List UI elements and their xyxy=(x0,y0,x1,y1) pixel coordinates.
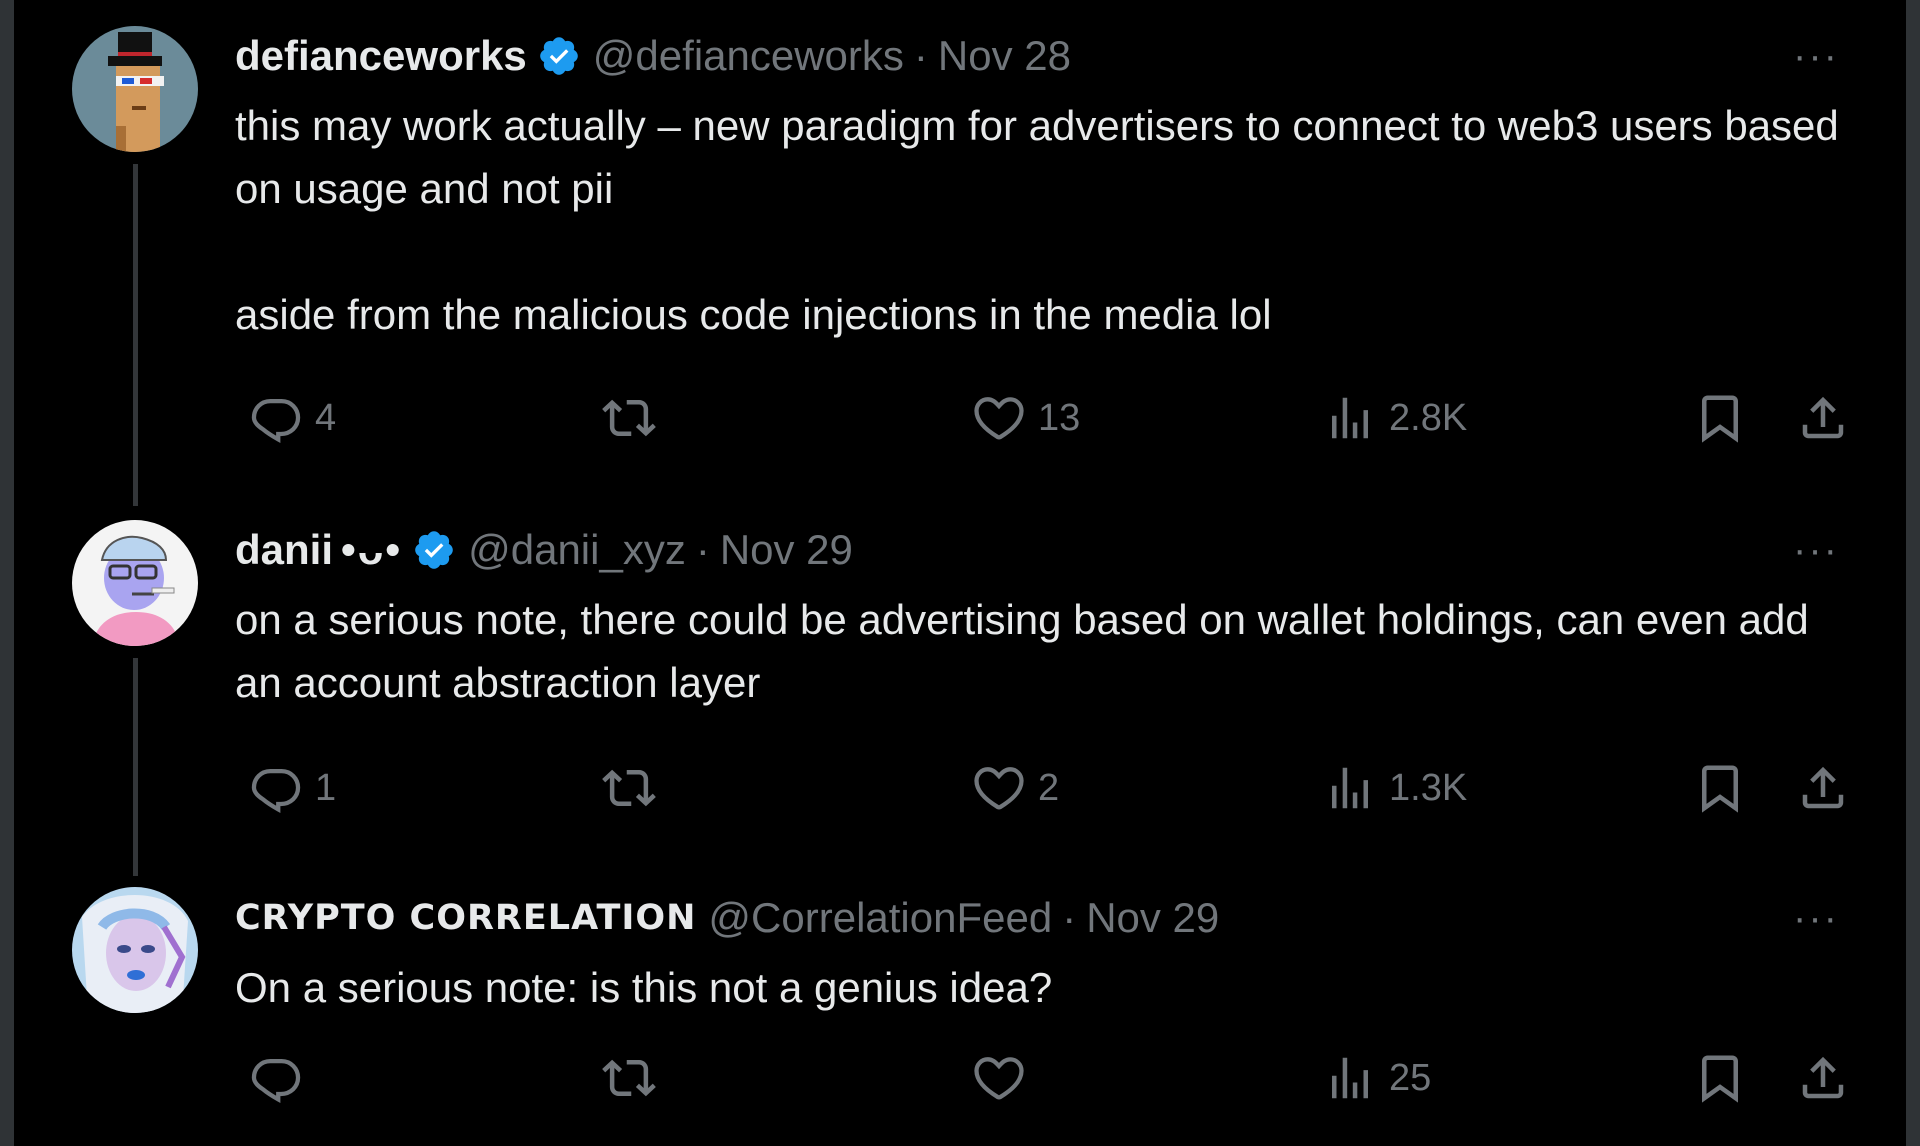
tweet-text-paragraph: this may work actually – new paradigm fo… xyxy=(235,102,1839,212)
display-name[interactable]: defianceworks xyxy=(235,32,527,80)
reply-button[interactable] xyxy=(249,1048,315,1108)
repost-button[interactable] xyxy=(602,1048,668,1108)
tweet[interactable]: defianceworks @defianceworks · Nov 28 ··… xyxy=(14,0,1906,506)
heart-icon xyxy=(974,767,1024,810)
cartoon-character-avatar-icon xyxy=(72,520,198,646)
window-frame-left xyxy=(0,0,14,1146)
views-chart-icon xyxy=(1332,767,1368,809)
tweet-thread: defianceworks @defianceworks · Nov 28 ··… xyxy=(14,0,1906,1146)
thread-connector-line xyxy=(133,658,138,876)
separator-dot: · xyxy=(1062,894,1077,941)
reply-count: 4 xyxy=(315,396,337,439)
tweet[interactable]: CRYPTO CORRELATION @CorrelationFeed · No… xyxy=(14,870,1906,1146)
bookmark-button[interactable] xyxy=(1693,388,1747,448)
views-button[interactable]: 1.3K xyxy=(1323,758,1467,818)
repost-button[interactable] xyxy=(602,758,668,818)
tweet-text: On a serious note: is this not a genius … xyxy=(235,956,1846,1019)
display-name[interactable]: danii xyxy=(235,526,333,574)
bookmark-icon xyxy=(1702,1055,1738,1103)
user-handle[interactable]: @danii_xyz xyxy=(468,526,686,574)
tweet-text: on a serious note, there could be advert… xyxy=(235,588,1846,714)
more-options-icon[interactable]: ··· xyxy=(1786,896,1846,940)
user-handle[interactable]: @CorrelationFeed xyxy=(708,894,1052,942)
tweet-actions: 1 2 1.3K xyxy=(235,758,1846,818)
like-button[interactable]: 2 xyxy=(972,758,1059,818)
heart-icon xyxy=(974,397,1024,440)
tweet-text-paragraph: On a serious note: is this not a genius … xyxy=(235,964,1053,1011)
tweet-date[interactable]: Nov 29 xyxy=(1086,894,1219,942)
bookmark-icon xyxy=(1702,395,1738,443)
more-options-icon[interactable]: ··· xyxy=(1786,34,1846,78)
tweet-text: this may work actually – new paradigm fo… xyxy=(235,94,1846,346)
tweet-date[interactable]: Nov 29 xyxy=(720,526,853,574)
like-button[interactable]: 13 xyxy=(972,388,1080,448)
repost-button[interactable] xyxy=(602,388,668,448)
view-count: 2.8K xyxy=(1389,396,1468,439)
more-options-icon[interactable]: ··· xyxy=(1786,528,1846,572)
avatar[interactable] xyxy=(72,26,198,152)
repost-icon xyxy=(602,399,656,437)
like-button[interactable] xyxy=(972,1048,1038,1108)
portrait-avatar-icon xyxy=(72,887,198,1013)
tweet-actions: 4 13 2.8K xyxy=(235,388,1846,448)
pixel-punk-avatar-icon xyxy=(72,26,198,152)
avatar[interactable] xyxy=(72,887,198,1013)
tweet-actions: 25 xyxy=(235,1048,1846,1108)
share-button[interactable] xyxy=(1796,388,1850,448)
like-count: 13 xyxy=(1038,396,1081,439)
bookmark-button[interactable] xyxy=(1693,1048,1747,1108)
heart-icon xyxy=(974,1057,1024,1100)
display-name[interactable]: CRYPTO CORRELATION xyxy=(235,898,696,938)
bookmark-icon xyxy=(1702,765,1738,813)
tweet-date[interactable]: Nov 28 xyxy=(938,32,1071,80)
verified-badge-icon[interactable] xyxy=(412,528,456,572)
repost-icon xyxy=(602,1059,656,1097)
like-count: 2 xyxy=(1038,766,1060,809)
reply-button[interactable]: 4 xyxy=(249,388,336,448)
share-icon xyxy=(1802,766,1844,809)
reply-icon xyxy=(251,768,301,814)
thread-connector-line xyxy=(133,164,138,506)
views-button[interactable]: 25 xyxy=(1323,1048,1431,1108)
tweet-header: danii •ᴗ• @danii_xyz · Nov 29 xyxy=(235,522,1826,578)
separator-dot: · xyxy=(695,526,710,573)
reply-icon xyxy=(251,1058,301,1104)
share-button[interactable] xyxy=(1796,1048,1850,1108)
view-count: 25 xyxy=(1389,1056,1432,1099)
reply-count: 1 xyxy=(315,766,337,809)
verified-badge-icon[interactable] xyxy=(537,34,581,78)
views-button[interactable]: 2.8K xyxy=(1323,388,1467,448)
tweet-text-paragraph: on a serious note, there could be advert… xyxy=(235,596,1809,706)
share-icon xyxy=(1802,1056,1844,1099)
tweet[interactable]: danii •ᴗ• @danii_xyz · Nov 29 ··· on a s… xyxy=(14,500,1906,876)
views-chart-icon xyxy=(1332,397,1368,439)
share-icon xyxy=(1802,396,1844,439)
tweet-text-paragraph: aside from the malicious code injections… xyxy=(235,291,1272,338)
repost-icon xyxy=(602,769,656,807)
reply-icon xyxy=(251,398,301,444)
reply-button[interactable]: 1 xyxy=(249,758,336,818)
view-count: 1.3K xyxy=(1389,766,1468,809)
bookmark-button[interactable] xyxy=(1693,758,1747,818)
separator-dot: · xyxy=(913,32,928,79)
avatar[interactable] xyxy=(72,520,198,646)
share-button[interactable] xyxy=(1796,758,1850,818)
user-handle[interactable]: @defianceworks xyxy=(593,32,904,80)
display-name-decoration: •ᴗ• xyxy=(341,526,403,573)
tweet-header: defianceworks @defianceworks · Nov 28 xyxy=(235,28,1826,84)
views-chart-icon xyxy=(1332,1057,1368,1099)
window-frame-right xyxy=(1906,0,1920,1146)
tweet-header: CRYPTO CORRELATION @CorrelationFeed · No… xyxy=(235,890,1826,946)
